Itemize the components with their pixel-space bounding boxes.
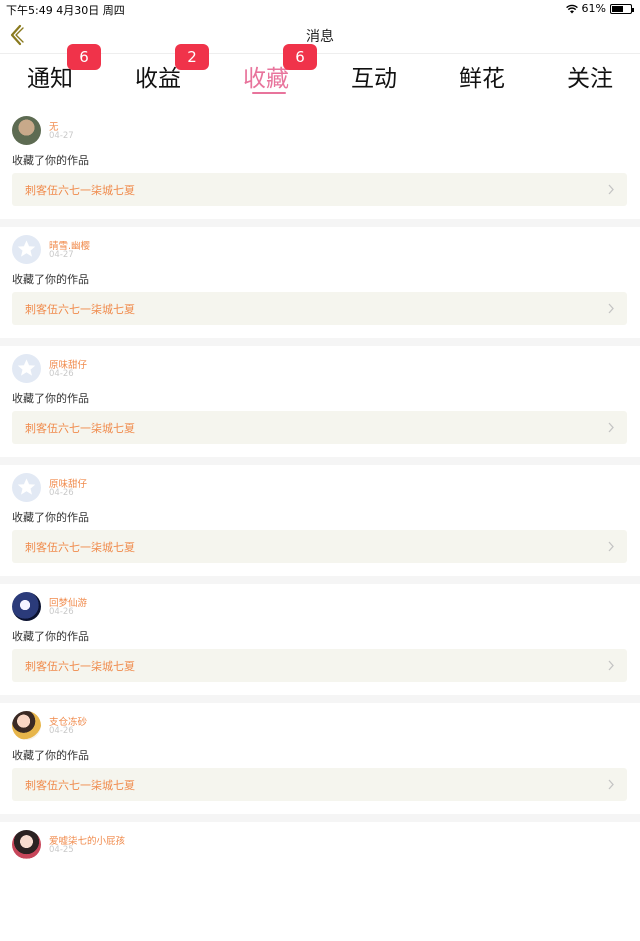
star-icon xyxy=(17,478,36,495)
action-text: 收藏了你的作品 xyxy=(12,630,89,643)
page-title: 消息 xyxy=(306,29,334,45)
avatar[interactable] xyxy=(12,473,41,502)
divider xyxy=(0,457,640,465)
work-title: 刺客伍六七一柒城七夏 xyxy=(25,541,135,554)
list-item: 原味甜仔 04-26 收藏了你的作品 刺客伍六七一柒城七夏 xyxy=(0,465,640,584)
status-time: 下午5:49 4月30日 周四 xyxy=(6,4,125,17)
message-date: 04-26 xyxy=(49,607,74,617)
work-title: 刺客伍六七一柒城七夏 xyxy=(25,184,135,197)
wifi-icon xyxy=(565,4,578,13)
list-item: 无 04-27 收藏了你的作品 刺客伍六七一柒城七夏 xyxy=(0,108,640,227)
message-date: 04-26 xyxy=(49,726,74,736)
tab-bar: 通知 6 收益 2 收藏 6 互动 鲜花 关注 xyxy=(0,44,640,100)
tab-notifications[interactable]: 通知 6 xyxy=(0,44,104,100)
tab-label: 关注 xyxy=(567,66,613,92)
chevron-right-icon xyxy=(608,184,614,195)
battery-percent: 61% xyxy=(581,2,606,15)
tab-label: 鲜花 xyxy=(459,66,505,92)
message-date: 04-25 xyxy=(49,845,74,855)
list-item: 晴雪.幽樱 04-27 收藏了你的作品 刺客伍六七一柒城七夏 xyxy=(0,227,640,346)
work-title: 刺客伍六七一柒城七夏 xyxy=(25,422,135,435)
message-list: 无 04-27 收藏了你的作品 刺客伍六七一柒城七夏 晴雪.幽樱 04-27 收… xyxy=(0,108,640,941)
work-link[interactable]: 刺客伍六七一柒城七夏 xyxy=(12,292,627,325)
chevron-right-icon xyxy=(608,779,614,790)
work-title: 刺客伍六七一柒城七夏 xyxy=(25,779,135,792)
status-right: 61% xyxy=(565,2,634,15)
action-text: 收藏了你的作品 xyxy=(12,749,89,762)
chevron-right-icon xyxy=(608,660,614,671)
list-item: 爱嘘柒七的小屁孩 04-25 xyxy=(0,822,640,941)
action-text: 收藏了你的作品 xyxy=(12,154,89,167)
tab-earnings[interactable]: 收益 2 xyxy=(104,44,212,100)
chevron-right-icon xyxy=(608,541,614,552)
work-link[interactable]: 刺客伍六七一柒城七夏 xyxy=(12,411,627,444)
battery-icon xyxy=(610,3,634,14)
chevron-right-icon xyxy=(608,422,614,433)
avatar[interactable] xyxy=(12,354,41,383)
work-link[interactable]: 刺客伍六七一柒城七夏 xyxy=(12,173,627,206)
list-item: 支仓冻砂 04-26 收藏了你的作品 刺客伍六七一柒城七夏 xyxy=(0,703,640,822)
list-item: 回梦仙游 04-26 收藏了你的作品 刺客伍六七一柒城七夏 xyxy=(0,584,640,703)
unread-badge: 2 xyxy=(175,44,209,70)
work-link[interactable]: 刺客伍六七一柒城七夏 xyxy=(12,649,627,682)
avatar[interactable] xyxy=(12,235,41,264)
work-link[interactable]: 刺客伍六七一柒城七夏 xyxy=(12,530,627,563)
work-link[interactable]: 刺客伍六七一柒城七夏 xyxy=(12,768,627,801)
divider xyxy=(0,219,640,227)
work-title: 刺客伍六七一柒城七夏 xyxy=(25,303,135,316)
chevron-right-icon xyxy=(608,303,614,314)
list-item: 原味甜仔 04-26 收藏了你的作品 刺客伍六七一柒城七夏 xyxy=(0,346,640,465)
tab-flowers[interactable]: 鲜花 xyxy=(428,53,536,100)
action-text: 收藏了你的作品 xyxy=(12,392,89,405)
unread-badge: 6 xyxy=(283,44,317,70)
divider xyxy=(0,576,640,584)
message-date: 04-27 xyxy=(49,250,74,260)
message-date: 04-26 xyxy=(49,369,74,379)
star-icon xyxy=(17,359,36,376)
divider xyxy=(0,814,640,822)
avatar[interactable] xyxy=(12,711,41,740)
avatar[interactable] xyxy=(12,116,41,145)
avatar[interactable] xyxy=(12,830,41,859)
divider xyxy=(0,338,640,346)
action-text: 收藏了你的作品 xyxy=(12,273,89,286)
tab-label: 互动 xyxy=(351,66,397,92)
tab-favorites[interactable]: 收藏 6 xyxy=(212,44,320,100)
star-icon xyxy=(17,240,36,257)
tab-following[interactable]: 关注 xyxy=(536,53,640,100)
divider xyxy=(0,695,640,703)
status-bar: 下午5:49 4月30日 周四 61% xyxy=(0,0,640,17)
message-date: 04-27 xyxy=(49,131,74,141)
active-tab-indicator xyxy=(252,92,286,94)
tab-interactions[interactable]: 互动 xyxy=(320,53,428,100)
unread-badge: 6 xyxy=(67,44,101,70)
work-title: 刺客伍六七一柒城七夏 xyxy=(25,660,135,673)
message-date: 04-26 xyxy=(49,488,74,498)
avatar[interactable] xyxy=(12,592,41,621)
action-text: 收藏了你的作品 xyxy=(12,511,89,524)
